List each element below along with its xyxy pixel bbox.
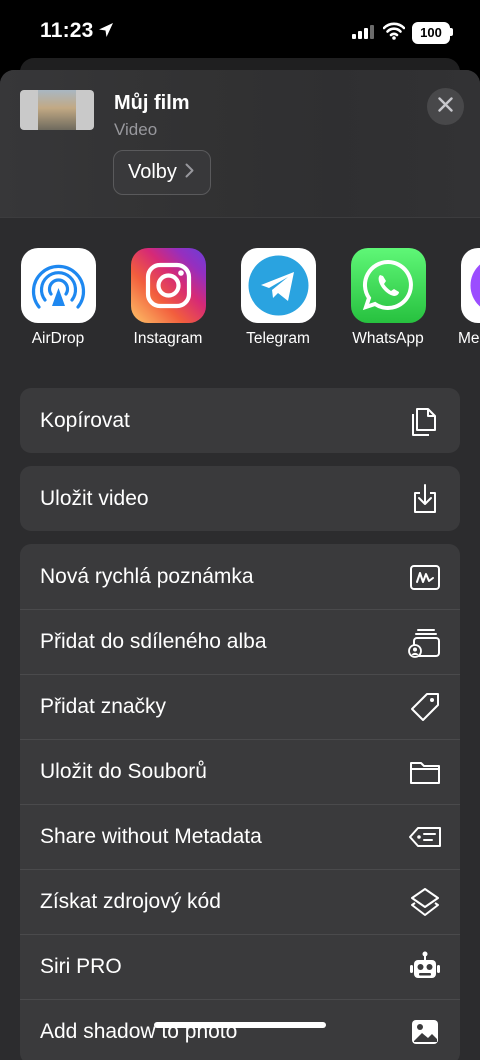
app-label: Telegram [223, 330, 333, 348]
robot-icon [408, 950, 442, 984]
instagram-icon [131, 248, 206, 323]
app-messenger[interactable]: Me [443, 248, 480, 348]
battery-tip [450, 28, 453, 36]
battery-indicator: 100 [412, 22, 450, 44]
options-label: Volby [128, 161, 177, 184]
messenger-icon [461, 248, 480, 323]
app-instagram[interactable]: Instagram [113, 248, 223, 348]
home-indicator[interactable] [154, 1022, 326, 1028]
tag-icon [408, 690, 442, 724]
action-copy[interactable]: Kopírovat [20, 388, 460, 453]
close-icon [438, 97, 453, 117]
app-row: AirDrop Instagram Telegram [0, 248, 480, 358]
action-label: Uložit do Souborů [40, 760, 207, 784]
action-group-save: Uložit video [20, 466, 460, 531]
app-whatsapp[interactable]: WhatsApp [333, 248, 443, 348]
action-get-source-code[interactable]: Získat zdrojový kód [20, 869, 460, 934]
item-title: Můj film [114, 92, 190, 115]
app-telegram[interactable]: Telegram [223, 248, 333, 348]
action-quick-note[interactable]: Nová rychlá poznámka [20, 544, 460, 609]
folder-icon [408, 755, 442, 789]
copy-icon [408, 404, 442, 438]
action-label: Nová rychlá poznámka [40, 565, 254, 589]
action-add-tags[interactable]: Přidat značky [20, 674, 460, 739]
close-button[interactable] [427, 88, 464, 125]
action-siri-pro[interactable]: Siri PRO [20, 934, 460, 999]
action-group-copy: Kopírovat [20, 388, 460, 453]
action-label: Přidat značky [40, 695, 166, 719]
whatsapp-icon [351, 248, 426, 323]
location-arrow-icon [98, 22, 114, 43]
chevron-right-icon [185, 161, 194, 184]
save-download-icon [408, 482, 442, 516]
metadata-tag-icon [408, 820, 442, 854]
action-label: Share without Metadata [40, 825, 262, 849]
app-airdrop[interactable]: AirDrop [3, 248, 113, 348]
action-label: Kopírovat [40, 409, 130, 433]
shared-album-icon [408, 625, 442, 659]
action-label: Získat zdrojový kód [40, 890, 221, 914]
item-type: Video [114, 120, 157, 140]
layers-icon [408, 885, 442, 919]
quick-note-icon [408, 560, 442, 594]
app-label: Me [443, 330, 480, 348]
action-add-shadow[interactable]: Add shadow to photo [20, 999, 460, 1060]
photo-icon [408, 1015, 442, 1049]
action-label: Přidat do sdíleného alba [40, 630, 267, 654]
options-button[interactable]: Volby [113, 150, 211, 195]
video-thumbnail [20, 90, 94, 130]
share-header: Můj film Video Volby [0, 70, 480, 218]
clock: 11:23 [40, 19, 94, 43]
wifi-icon [383, 22, 405, 45]
action-share-without-metadata[interactable]: Share without Metadata [20, 804, 460, 869]
status-bar: 11:23 100 [0, 0, 480, 64]
action-shared-album[interactable]: Přidat do sdíleného alba [20, 609, 460, 674]
action-label: Siri PRO [40, 955, 122, 979]
app-label: AirDrop [3, 330, 113, 348]
app-label: WhatsApp [333, 330, 443, 348]
share-sheet: Můj film Video Volby [0, 70, 480, 1060]
action-label: Uložit video [40, 487, 149, 511]
telegram-icon [241, 248, 316, 323]
action-save-video[interactable]: Uložit video [20, 466, 460, 531]
action-save-to-files[interactable]: Uložit do Souborů [20, 739, 460, 804]
airdrop-icon [21, 248, 96, 323]
action-group-more: Nová rychlá poznámka Přidat do sdíleného… [20, 544, 460, 1060]
app-label: Instagram [113, 330, 223, 348]
cellular-signal-icon [352, 25, 374, 44]
